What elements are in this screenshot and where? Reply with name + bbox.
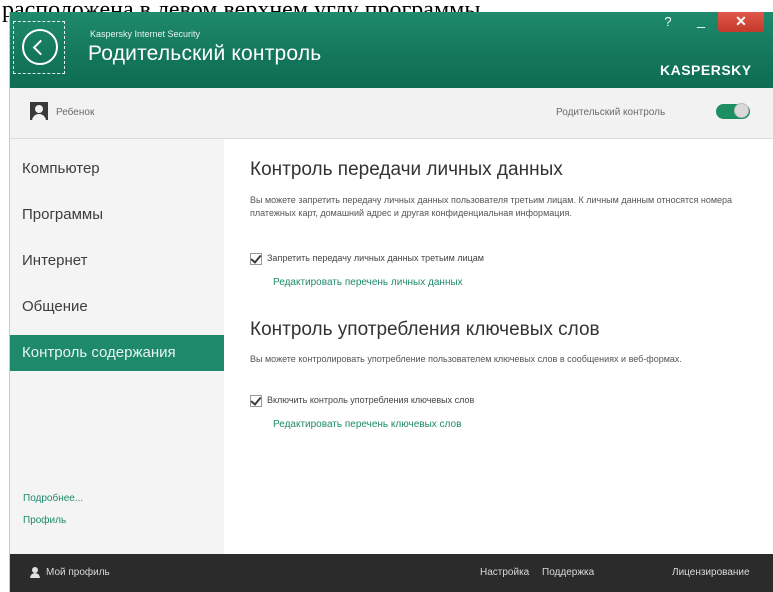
keyword-control-checkbox[interactable] (250, 395, 262, 407)
profile-link[interactable]: Профиль (23, 515, 66, 526)
app-name: Kaspersky Internet Security (90, 29, 201, 39)
edit-keywords-link[interactable]: Редактировать перечень ключевых слов (273, 419, 461, 430)
profile-bar: Ребенок Родительский контроль (10, 88, 773, 139)
section-heading-keywords: Контроль употребления ключевых слов (250, 319, 600, 340)
parental-control-toggle[interactable] (716, 103, 750, 119)
block-personal-data-label[interactable]: Запретить передачу личных данных третьим… (267, 253, 484, 263)
close-button[interactable]: ✕ (718, 12, 764, 32)
sidebar-item-programs[interactable]: Программы (10, 197, 224, 233)
user-icon (30, 567, 40, 578)
parental-control-label: Родительский контроль (556, 107, 666, 118)
support-link[interactable]: Поддержка (542, 567, 594, 578)
section-title: Родительский контроль (88, 42, 322, 65)
main-content: Контроль передачи личных данных Вы может… (224, 139, 773, 554)
block-personal-data-checkbox[interactable] (250, 253, 262, 265)
sidebar-item-internet[interactable]: Интернет (10, 243, 224, 279)
sidebar-item-communication[interactable]: Общение (10, 289, 224, 325)
edit-personal-data-link[interactable]: Редактировать перечень личных данных (273, 277, 463, 288)
keyword-control-label[interactable]: Включить контроль употребления ключевых … (267, 395, 474, 405)
sidebar-item-content-control[interactable]: Контроль содержания (10, 335, 224, 371)
section-description-personal-data: Вы можете запретить передачу личных данн… (250, 195, 733, 218)
kaspersky-window: Kaspersky Internet Security Родительский… (10, 12, 773, 592)
footer-bar: Мой профиль Настройка Поддержка Лицензир… (10, 554, 773, 592)
sidebar: Компьютер Программы Интернет Общение Кон… (10, 139, 224, 554)
sidebar-item-computer[interactable]: Компьютер (10, 151, 224, 187)
child-name[interactable]: Ребенок (56, 107, 94, 118)
licensing-link[interactable]: Лицензирование (672, 567, 750, 578)
more-link[interactable]: Подробнее... (23, 493, 83, 504)
child-avatar-icon (30, 102, 48, 120)
settings-link[interactable]: Настройка (480, 567, 529, 578)
help-button[interactable]: ? (652, 12, 684, 32)
kaspersky-logo: KASPERSKY (660, 62, 752, 78)
section-heading-personal-data: Контроль передачи личных данных (250, 159, 563, 180)
minimize-button[interactable]: _ (685, 12, 717, 32)
section-description-keywords: Вы можете контролировать употребление по… (250, 354, 682, 364)
title-bar: Kaspersky Internet Security Родительский… (10, 12, 773, 88)
back-arrow-icon[interactable] (22, 29, 58, 65)
my-profile-link[interactable]: Мой профиль (46, 567, 110, 578)
